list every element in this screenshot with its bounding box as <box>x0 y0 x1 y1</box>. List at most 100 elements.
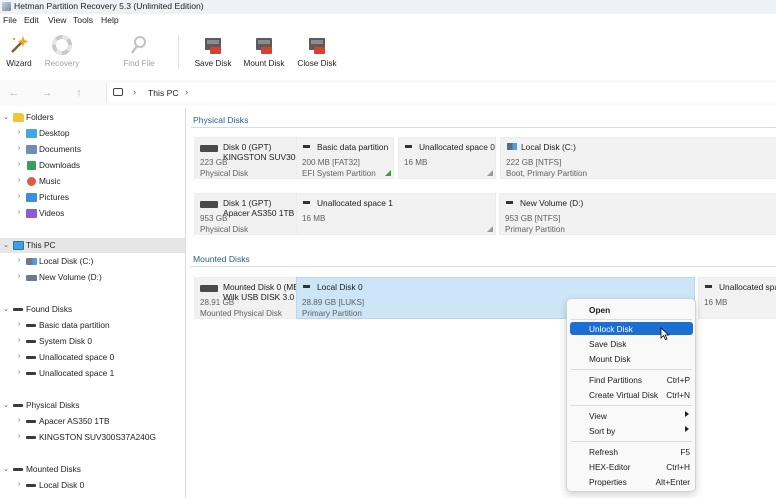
partition-icon <box>705 285 712 288</box>
tree-item-folders[interactable]: ⌄ Folders <box>0 110 185 125</box>
toolbar: Wizard Recovery Find File Save Disk Moun… <box>0 27 776 75</box>
chevron-down-icon[interactable]: ⌄ <box>2 113 10 121</box>
menu-tools[interactable]: Tools <box>73 15 93 25</box>
tree-item-new-volume-d[interactable]: › New Volume (D:) <box>0 270 185 285</box>
menu-item-open[interactable]: Open <box>570 303 693 316</box>
save-disk-button[interactable]: Save Disk <box>194 34 232 68</box>
partition-size: 953 GB [NTFS] <box>505 214 561 223</box>
find-file-button[interactable]: Find File <box>121 34 157 68</box>
close-disk-button[interactable]: Close Disk <box>297 34 337 68</box>
tree-item-mounted-disks[interactable]: ⌄ Mounted Disks <box>0 462 185 477</box>
menu-item-refresh[interactable]: Refresh F5 <box>570 445 693 458</box>
disk-tile-disk0[interactable]: Disk 0 (GPT) KINGSTON SUV300S 223 GB Phys… <box>194 137 306 179</box>
partition-tile-unallocated-0[interactable]: Unallocated space 0 16 MB <box>398 137 496 179</box>
partition-tile-unallocated-mounted[interactable]: Unallocated spac 16 MB <box>698 277 776 319</box>
tree-item-basic-data-partition[interactable]: › Basic data partition <box>0 318 185 333</box>
chevron-down-icon[interactable]: ⌄ <box>2 305 10 313</box>
partition-size: 16 MB <box>404 158 428 167</box>
tree-item-desktop[interactable]: › Desktop <box>0 126 185 141</box>
chevron-right-icon[interactable]: › <box>15 337 23 344</box>
tree-label: Found Disks <box>26 304 73 314</box>
up-arrow-icon[interactable]: ↑ <box>72 86 86 100</box>
resize-corner-icon <box>487 170 493 176</box>
tree-item-downloads[interactable]: › Downloads <box>0 158 185 173</box>
chevron-right-icon[interactable]: › <box>15 161 23 168</box>
breadcrumb-separator-2[interactable]: › <box>185 87 188 97</box>
chevron-right-icon[interactable]: › <box>15 177 23 184</box>
chevron-right-icon[interactable]: › <box>15 145 23 152</box>
tree-item-documents[interactable]: › Documents <box>0 142 185 157</box>
disk-name: Disk 1 (GPT) Apacer AS350 1TB <box>223 198 294 218</box>
chevron-right-icon[interactable]: › <box>15 433 23 440</box>
chevron-right-icon[interactable]: › <box>15 481 23 488</box>
menu-item-unlock-disk[interactable]: Unlock Disk <box>570 322 693 335</box>
menu-bar: File Edit View Tools Help <box>0 14 776 27</box>
partition-tile-local-c[interactable]: Local Disk (C:) 222 GB [NTFS] Boot, Prim… <box>500 137 776 179</box>
tree-item-apacer[interactable]: › Apacer AS350 1TB <box>0 414 185 429</box>
back-arrow-icon[interactable]: ← <box>7 86 21 100</box>
wizard-button[interactable]: Wizard <box>4 34 34 68</box>
chevron-right-icon[interactable]: › <box>15 273 23 280</box>
chevron-right-icon[interactable]: › <box>15 353 23 360</box>
hard-disk-icon <box>200 145 218 152</box>
disk-size: 223 GB <box>200 158 228 167</box>
menu-item-mount-disk[interactable]: Mount Disk <box>570 352 693 365</box>
chevron-right-icon[interactable]: › <box>15 193 23 200</box>
tree-item-this-pc[interactable]: ⌄ This PC <box>0 238 185 253</box>
tree-item-music[interactable]: › Music <box>0 174 185 189</box>
disk-tile-mounted0[interactable]: Mounted Disk 0 (ME Wilk USB DISK 3.0 28.9… <box>194 277 299 319</box>
tree-item-found-disks[interactable]: ⌄ Found Disks <box>0 302 185 317</box>
menu-file[interactable]: File <box>3 15 17 25</box>
chevron-right-icon[interactable]: › <box>15 257 23 264</box>
forward-arrow-icon[interactable]: → <box>40 86 54 100</box>
tree-item-unallocated-0[interactable]: › Unallocated space 0 <box>0 350 185 365</box>
menu-item-save-disk[interactable]: Save Disk <box>570 337 693 350</box>
recovery-button[interactable]: Recovery <box>44 34 80 68</box>
menu-edit[interactable]: Edit <box>24 15 39 25</box>
tree-item-unallocated-1[interactable]: › Unallocated space 1 <box>0 366 185 381</box>
partition-tile-unallocated-1[interactable]: Unallocated space 1 16 MB <box>296 193 496 235</box>
menu-item-hex-editor[interactable]: HEX-Editor Ctrl+H <box>570 460 693 473</box>
chevron-right-icon[interactable]: › <box>15 417 23 424</box>
chevron-right-icon[interactable]: › <box>15 321 23 328</box>
address-bar[interactable]: › This PC › <box>106 83 776 103</box>
partition-tile-basic-data[interactable]: Basic data partition 200 MB [FAT32] EFI … <box>296 137 394 179</box>
partition-size: 200 MB [FAT32] <box>302 158 360 167</box>
chevron-down-icon[interactable]: ⌄ <box>2 241 10 249</box>
chevron-right-icon[interactable]: › <box>15 369 23 376</box>
disk-type: Mounted Physical Disk <box>200 309 282 318</box>
physical-disks-heading: Physical Disks <box>193 115 249 125</box>
chevron-down-icon[interactable]: ⌄ <box>2 401 10 409</box>
tree-item-physical-disks[interactable]: ⌄ Physical Disks <box>0 398 185 413</box>
lifebuoy-icon <box>52 35 72 55</box>
tree-item-system-disk-0[interactable]: › System Disk 0 <box>0 334 185 349</box>
tree-label: Documents <box>39 144 81 154</box>
tree-item-pictures[interactable]: › Pictures <box>0 190 185 205</box>
tree-item-local-c[interactable]: › Local Disk (C:) <box>0 254 185 269</box>
menu-item-sort-by[interactable]: Sort by <box>570 424 693 437</box>
partition-icon <box>26 484 36 487</box>
menu-item-find-partitions[interactable]: Find Partitions Ctrl+P <box>570 373 693 386</box>
menu-separator <box>571 405 692 406</box>
chevron-right-icon[interactable]: › <box>15 209 23 216</box>
menu-view[interactable]: View <box>48 15 66 25</box>
breadcrumb-separator: › <box>133 87 136 97</box>
menu-item-properties[interactable]: Properties Alt+Enter <box>570 475 693 488</box>
chevron-right-icon[interactable]: › <box>15 129 23 136</box>
hard-disk-icon <box>200 201 218 208</box>
disk-tile-disk1[interactable]: Disk 1 (GPT) Apacer AS350 1TB 953 GB Phys… <box>194 193 297 235</box>
chevron-down-icon[interactable]: ⌄ <box>2 465 10 473</box>
menu-item-view[interactable]: View <box>570 409 693 422</box>
toolbar-divider <box>178 35 179 69</box>
tree-item-videos[interactable]: › Videos <box>0 206 185 221</box>
tree-item-kingston[interactable]: › KINGSTON SUV300S37A240G <box>0 430 185 445</box>
mount-disk-button[interactable]: Mount Disk <box>243 34 285 68</box>
partition-icon <box>26 324 36 327</box>
menu-item-create-virtual-disk[interactable]: Create Virtual Disk Ctrl+N <box>570 388 693 401</box>
menu-item-label: Mount Disk <box>589 354 631 364</box>
breadcrumb-this-pc[interactable]: This PC <box>148 88 179 98</box>
tree-item-local-disk-0[interactable]: › Local Disk 0 <box>0 478 185 493</box>
partition-tile-new-volume-d[interactable]: New Volume (D:) 953 GB [NTFS] Primary Pa… <box>499 193 776 235</box>
menu-help[interactable]: Help <box>101 15 119 25</box>
partition-name: New Volume (D:) <box>520 198 584 208</box>
